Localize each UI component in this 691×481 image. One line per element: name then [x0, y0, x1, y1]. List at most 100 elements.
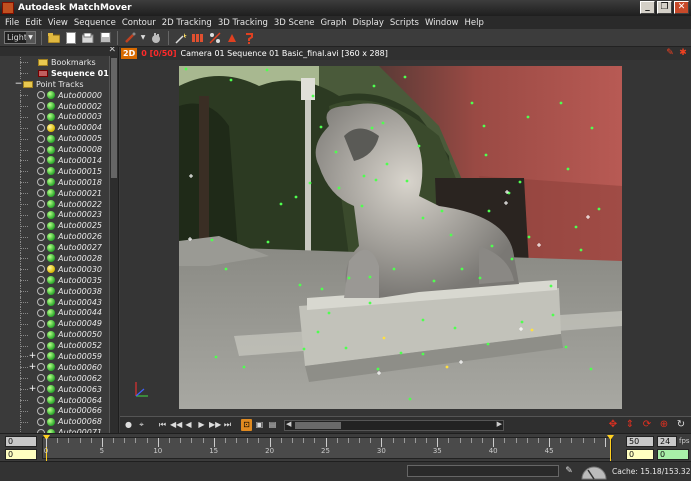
refresh-icon[interactable]: ↻ — [675, 419, 687, 431]
mode-select[interactable]: Light ▼ — [4, 31, 36, 44]
visibility-toggle-icon[interactable] — [37, 417, 45, 426]
menu-2d-tracking[interactable]: 2D Tracking — [159, 18, 215, 28]
visibility-toggle-icon[interactable] — [37, 308, 45, 317]
expand-icon[interactable]: + — [28, 351, 37, 361]
collapse-icon[interactable]: − — [14, 79, 23, 89]
save-icon[interactable] — [98, 31, 112, 45]
visibility-toggle-icon[interactable] — [37, 123, 45, 132]
menu-edit[interactable]: Edit — [22, 18, 44, 28]
visibility-toggle-icon[interactable] — [37, 298, 45, 307]
close-button[interactable]: ✕ — [674, 1, 689, 14]
visibility-toggle-icon[interactable] — [37, 210, 45, 219]
tree-item-track[interactable]: Auto00003 — [0, 111, 110, 123]
menu-view[interactable]: View — [45, 18, 71, 28]
visibility-toggle-icon[interactable] — [37, 156, 45, 165]
brush-icon[interactable] — [123, 31, 137, 45]
tree-item-point-tracks[interactable]: − Point Tracks — [0, 79, 110, 90]
end-frame-field[interactable]: 50 — [626, 436, 654, 447]
view-options-button[interactable]: ▤ — [267, 419, 278, 431]
loop-toggle-button[interactable]: ⊡ — [241, 419, 252, 431]
tree-item-track[interactable]: Auto00014 — [0, 155, 110, 166]
tree-item-track[interactable]: Auto00022 — [0, 198, 110, 210]
visibility-toggle-icon[interactable] — [37, 363, 45, 372]
tree-item-track[interactable]: Auto00015 — [0, 165, 110, 177]
playback-scrollbar[interactable]: ◀ ▶ — [284, 419, 504, 431]
current-frame-field[interactable]: 0 — [5, 449, 37, 460]
tree-item-track[interactable]: Auto00035 — [0, 274, 110, 286]
previous-key-button[interactable]: ◀◀ — [170, 419, 182, 431]
tree-item-track[interactable]: Auto00064 — [0, 394, 110, 406]
restore-button[interactable]: ❐ — [657, 1, 672, 14]
scrollbar-thumb[interactable] — [111, 58, 117, 178]
menu-help[interactable]: Help — [461, 18, 486, 28]
tree-item-track[interactable]: Auto00043 — [0, 296, 110, 308]
tree-item-track[interactable]: Auto00044 — [0, 307, 110, 319]
step-back-button[interactable]: ◀ — [183, 419, 194, 431]
timeline-ruler[interactable]: 0 5 10 15 20 25 30 35 40 45 — [42, 435, 614, 462]
record-icon[interactable]: ● — [123, 419, 134, 431]
range-end-field[interactable]: 0 — [626, 449, 654, 460]
tree-item-bookmarks[interactable]: Bookmarks — [0, 57, 110, 68]
start-frame-field[interactable]: 0 — [5, 436, 37, 447]
tree-item-track[interactable]: Auto00008 — [0, 144, 110, 155]
new-file-icon[interactable] — [64, 31, 78, 45]
play-button[interactable]: ▶ — [196, 419, 207, 431]
visibility-toggle-icon[interactable] — [37, 134, 45, 143]
tree-item-track[interactable]: Auto00068 — [0, 416, 110, 428]
tree-item-track[interactable]: Auto00052 — [0, 340, 110, 351]
settings-icon[interactable]: ✱ — [678, 48, 688, 58]
menu-file[interactable]: File — [2, 18, 22, 28]
view-mode-badge[interactable]: 2D — [121, 48, 138, 59]
menu-3d-tracking[interactable]: 3D Tracking — [215, 18, 271, 28]
tree-item-track[interactable]: Auto00021 — [0, 187, 110, 199]
visibility-toggle-icon[interactable] — [37, 341, 45, 350]
visibility-toggle-icon[interactable] — [37, 352, 45, 361]
menu-contour[interactable]: Contour — [119, 18, 159, 28]
visibility-toggle-icon[interactable] — [37, 254, 45, 263]
close-icon[interactable]: ✕ — [108, 47, 116, 55]
tree-item-track[interactable]: Auto00066 — [0, 405, 110, 417]
film-strip-icon[interactable] — [191, 31, 205, 45]
go-to-end-button[interactable]: ⏭ — [222, 419, 233, 431]
visibility-toggle-icon[interactable] — [37, 178, 45, 187]
tree-item-track[interactable]: + Auto00059 — [0, 351, 110, 362]
tree-item-track[interactable]: Auto00028 — [0, 253, 110, 264]
tree-item-track[interactable]: Auto00049 — [0, 318, 110, 330]
snapshot-button[interactable]: ▣ — [254, 419, 265, 431]
tree-item-track[interactable]: Auto00025 — [0, 220, 110, 232]
visibility-toggle-icon[interactable] — [37, 406, 45, 415]
help-icon[interactable] — [242, 31, 256, 45]
open-file-icon[interactable] — [81, 31, 95, 45]
fps-field[interactable]: 24 — [657, 436, 677, 447]
video-frame[interactable] — [179, 66, 622, 409]
tree-item-track[interactable]: Auto00026 — [0, 231, 110, 243]
visibility-toggle-icon[interactable] — [37, 385, 45, 394]
tree-item-track[interactable]: Auto00005 — [0, 133, 110, 145]
visibility-toggle-icon[interactable] — [37, 287, 45, 296]
minimize-button[interactable]: _ — [640, 1, 655, 14]
menu-display[interactable]: Display — [350, 18, 387, 28]
tree-item-track[interactable]: + Auto00060 — [0, 361, 110, 373]
pin-icon[interactable]: ✎ — [665, 48, 675, 58]
visibility-toggle-icon[interactable] — [37, 276, 45, 285]
tree-item-track[interactable]: Auto00050 — [0, 329, 110, 341]
visibility-toggle-icon[interactable] — [37, 374, 45, 383]
scroll-left-icon[interactable]: ◀ — [286, 420, 291, 428]
pencil-icon[interactable]: ✎ — [563, 465, 575, 477]
chevron-down-icon[interactable]: ▼ — [140, 31, 146, 45]
visibility-toggle-icon[interactable] — [37, 265, 45, 274]
tree-item-track[interactable]: Auto00004 — [0, 122, 110, 134]
scroll-right-icon[interactable]: ▶ — [497, 420, 502, 428]
visibility-toggle-icon[interactable] — [37, 221, 45, 230]
tree-item-track[interactable]: Auto00038 — [0, 285, 110, 297]
tree-item-track[interactable]: Auto00002 — [0, 100, 110, 112]
zoom-icon[interactable]: ⊕ — [658, 419, 670, 431]
go-to-start-button[interactable]: ⏮ — [157, 419, 168, 431]
scrollbar-thumb[interactable] — [295, 421, 341, 429]
visibility-toggle-icon[interactable] — [37, 189, 45, 198]
menu-window[interactable]: Window — [422, 18, 462, 28]
hand-icon[interactable] — [149, 31, 163, 45]
2d-viewport[interactable] — [120, 60, 691, 416]
end-marker[interactable] — [607, 435, 614, 462]
rotate-icon[interactable]: ⟳ — [641, 419, 653, 431]
